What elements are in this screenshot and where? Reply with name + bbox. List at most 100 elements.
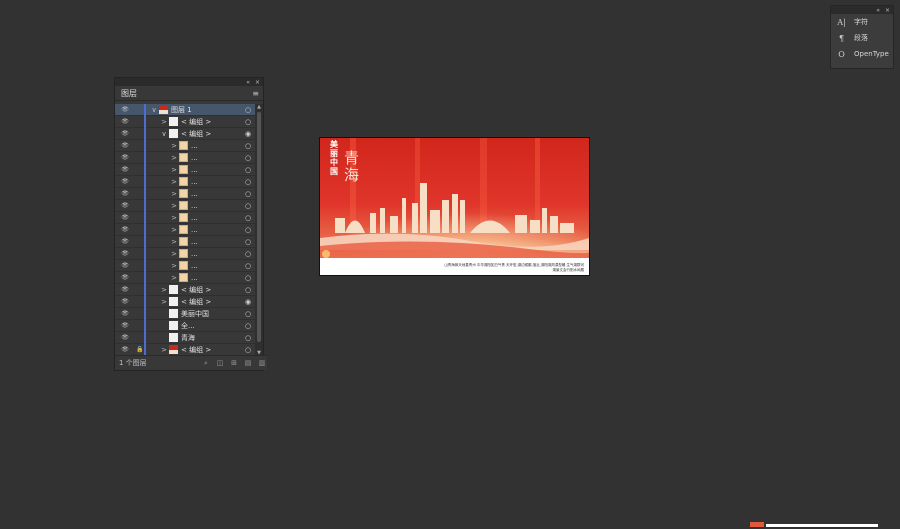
layer-row[interactable]: 👁 全... ○: [115, 320, 255, 332]
scroll-up-icon[interactable]: ▲: [255, 104, 263, 110]
visibility-eye-icon[interactable]: 👁: [115, 322, 135, 329]
layer-name[interactable]: ...: [191, 166, 241, 174]
layer-name[interactable]: ...: [191, 214, 241, 222]
layer-row[interactable]: 👁 > < 编组 > ◉: [115, 296, 255, 308]
layer-row[interactable]: 👁 >... ○: [115, 140, 255, 152]
target-circle-icon[interactable]: ○: [241, 310, 255, 318]
layers-titlebar[interactable]: « ×: [115, 78, 263, 86]
target-circle-icon[interactable]: ○: [241, 262, 255, 270]
chevron-right-icon[interactable]: >: [169, 178, 179, 186]
chevron-right-icon[interactable]: >: [169, 190, 179, 198]
layer-name[interactable]: 美丽中国: [181, 309, 241, 319]
chevron-right-icon[interactable]: >: [159, 286, 169, 294]
visibility-eye-icon[interactable]: 👁: [115, 310, 135, 317]
layer-name[interactable]: ...: [191, 250, 241, 258]
target-circle-icon[interactable]: ○: [241, 178, 255, 186]
layer-name[interactable]: ...: [191, 202, 241, 210]
visibility-eye-icon[interactable]: 👁: [115, 154, 135, 161]
layer-name[interactable]: ...: [191, 190, 241, 198]
layer-name[interactable]: ...: [191, 154, 241, 162]
chevron-right-icon[interactable]: >: [169, 238, 179, 246]
visibility-eye-icon[interactable]: 👁: [115, 190, 135, 197]
visibility-eye-icon[interactable]: 👁: [115, 286, 135, 293]
visibility-eye-icon[interactable]: 👁: [115, 178, 135, 185]
character-panel-button[interactable]: A| 字符: [831, 14, 893, 30]
layer-name[interactable]: < 编组 >: [181, 117, 241, 127]
visibility-eye-icon[interactable]: 👁: [115, 118, 135, 125]
chevron-right-icon[interactable]: >: [159, 118, 169, 126]
scroll-thumb[interactable]: [257, 112, 261, 342]
layer-row[interactable]: 👁 > < 编组 > ○: [115, 116, 255, 128]
target-circle-icon[interactable]: ◉: [241, 298, 255, 306]
layer-row[interactable]: 👁 >... ○: [115, 260, 255, 272]
target-circle-icon[interactable]: ○: [241, 142, 255, 150]
chevron-down-icon[interactable]: ∨: [149, 106, 159, 114]
layers-scrollbar[interactable]: ▲ ▼: [255, 104, 263, 356]
target-circle-icon[interactable]: ○: [241, 322, 255, 330]
layer-row[interactable]: 👁 ∨ < 编组 > ◉: [115, 128, 255, 140]
layer-row[interactable]: 👁 > < 编组 > ○: [115, 284, 255, 296]
layer-name[interactable]: 图层 1: [171, 105, 241, 115]
layer-row[interactable]: 👁 >... ○: [115, 152, 255, 164]
visibility-eye-icon[interactable]: 👁: [115, 214, 135, 221]
visibility-eye-icon[interactable]: 👁: [115, 106, 135, 113]
opentype-panel-button[interactable]: O OpenType: [831, 46, 893, 62]
visibility-eye-icon[interactable]: 👁: [115, 226, 135, 233]
layer-name[interactable]: < 编组 >: [181, 129, 241, 139]
visibility-eye-icon[interactable]: 👁: [115, 166, 135, 173]
chevron-right-icon[interactable]: >: [159, 346, 169, 354]
target-circle-icon[interactable]: ○: [241, 118, 255, 126]
layer-row[interactable]: 👁 >... ○: [115, 176, 255, 188]
target-circle-icon[interactable]: ○: [241, 274, 255, 282]
layer-name[interactable]: ...: [191, 142, 241, 150]
visibility-eye-icon[interactable]: 👁: [115, 274, 135, 281]
layer-row[interactable]: 👁 >... ○: [115, 200, 255, 212]
target-circle-icon[interactable]: ○: [241, 346, 255, 354]
layer-name[interactable]: < 编组 >: [181, 297, 241, 307]
visibility-eye-icon[interactable]: 👁: [115, 130, 135, 137]
target-circle-icon[interactable]: ○: [241, 106, 255, 114]
close-icon[interactable]: ×: [885, 7, 890, 14]
layer-name[interactable]: < 编组 >: [181, 345, 241, 355]
visibility-eye-icon[interactable]: 👁: [115, 334, 135, 341]
collapse-icon[interactable]: «: [876, 7, 880, 14]
paragraph-panel-button[interactable]: ¶ 段落: [831, 30, 893, 46]
visibility-eye-icon[interactable]: 👁: [115, 202, 135, 209]
chevron-right-icon[interactable]: >: [169, 166, 179, 174]
chevron-right-icon[interactable]: >: [169, 226, 179, 234]
chevron-right-icon[interactable]: >: [169, 202, 179, 210]
layer-row[interactable]: 👁 美丽中国 ○: [115, 308, 255, 320]
layer-row[interactable]: 👁 >... ○: [115, 248, 255, 260]
new-sublayer-icon[interactable]: ⊞: [229, 359, 239, 367]
target-circle-icon[interactable]: ○: [241, 214, 255, 222]
target-circle-icon[interactable]: ○: [241, 202, 255, 210]
layer-name[interactable]: ...: [191, 262, 241, 270]
chevron-right-icon[interactable]: >: [169, 214, 179, 222]
artboard[interactable]: 美丽中国 青海 山青海蒋天地善青州 中华湖阳如白气青 天环型,湖边候鹏,落近,湖…: [319, 137, 590, 276]
layer-row[interactable]: 👁 青海 ○: [115, 332, 255, 344]
layer-row[interactable]: 👁 >... ○: [115, 212, 255, 224]
target-circle-icon[interactable]: ○: [241, 190, 255, 198]
layer-row[interactable]: 👁 >... ○: [115, 236, 255, 248]
target-circle-icon[interactable]: ○: [241, 154, 255, 162]
target-circle-icon[interactable]: ○: [241, 250, 255, 258]
layer-name[interactable]: ...: [191, 274, 241, 282]
target-circle-icon[interactable]: ○: [241, 286, 255, 294]
visibility-eye-icon[interactable]: 👁: [115, 238, 135, 245]
layer-row[interactable]: 👁 >... ○: [115, 224, 255, 236]
locate-object-icon[interactable]: ⌕: [201, 359, 211, 368]
target-circle-icon[interactable]: ○: [241, 226, 255, 234]
collapse-icon[interactable]: «: [246, 79, 250, 86]
delete-icon[interactable]: ▥: [257, 359, 267, 367]
visibility-eye-icon[interactable]: 👁: [115, 142, 135, 149]
layer-row[interactable]: 👁 ∨ 图层 1 ○: [115, 104, 255, 116]
layer-name[interactable]: 全...: [181, 321, 241, 331]
layer-name[interactable]: < 编组 >: [181, 285, 241, 295]
layer-row[interactable]: 👁 >... ○: [115, 164, 255, 176]
new-layer-icon[interactable]: ▤: [243, 359, 253, 367]
visibility-eye-icon[interactable]: 👁: [115, 298, 135, 305]
visibility-eye-icon[interactable]: 👁: [115, 346, 135, 353]
layer-name[interactable]: ...: [191, 226, 241, 234]
target-circle-icon[interactable]: ○: [241, 334, 255, 342]
layer-row[interactable]: 👁 >... ○: [115, 272, 255, 284]
